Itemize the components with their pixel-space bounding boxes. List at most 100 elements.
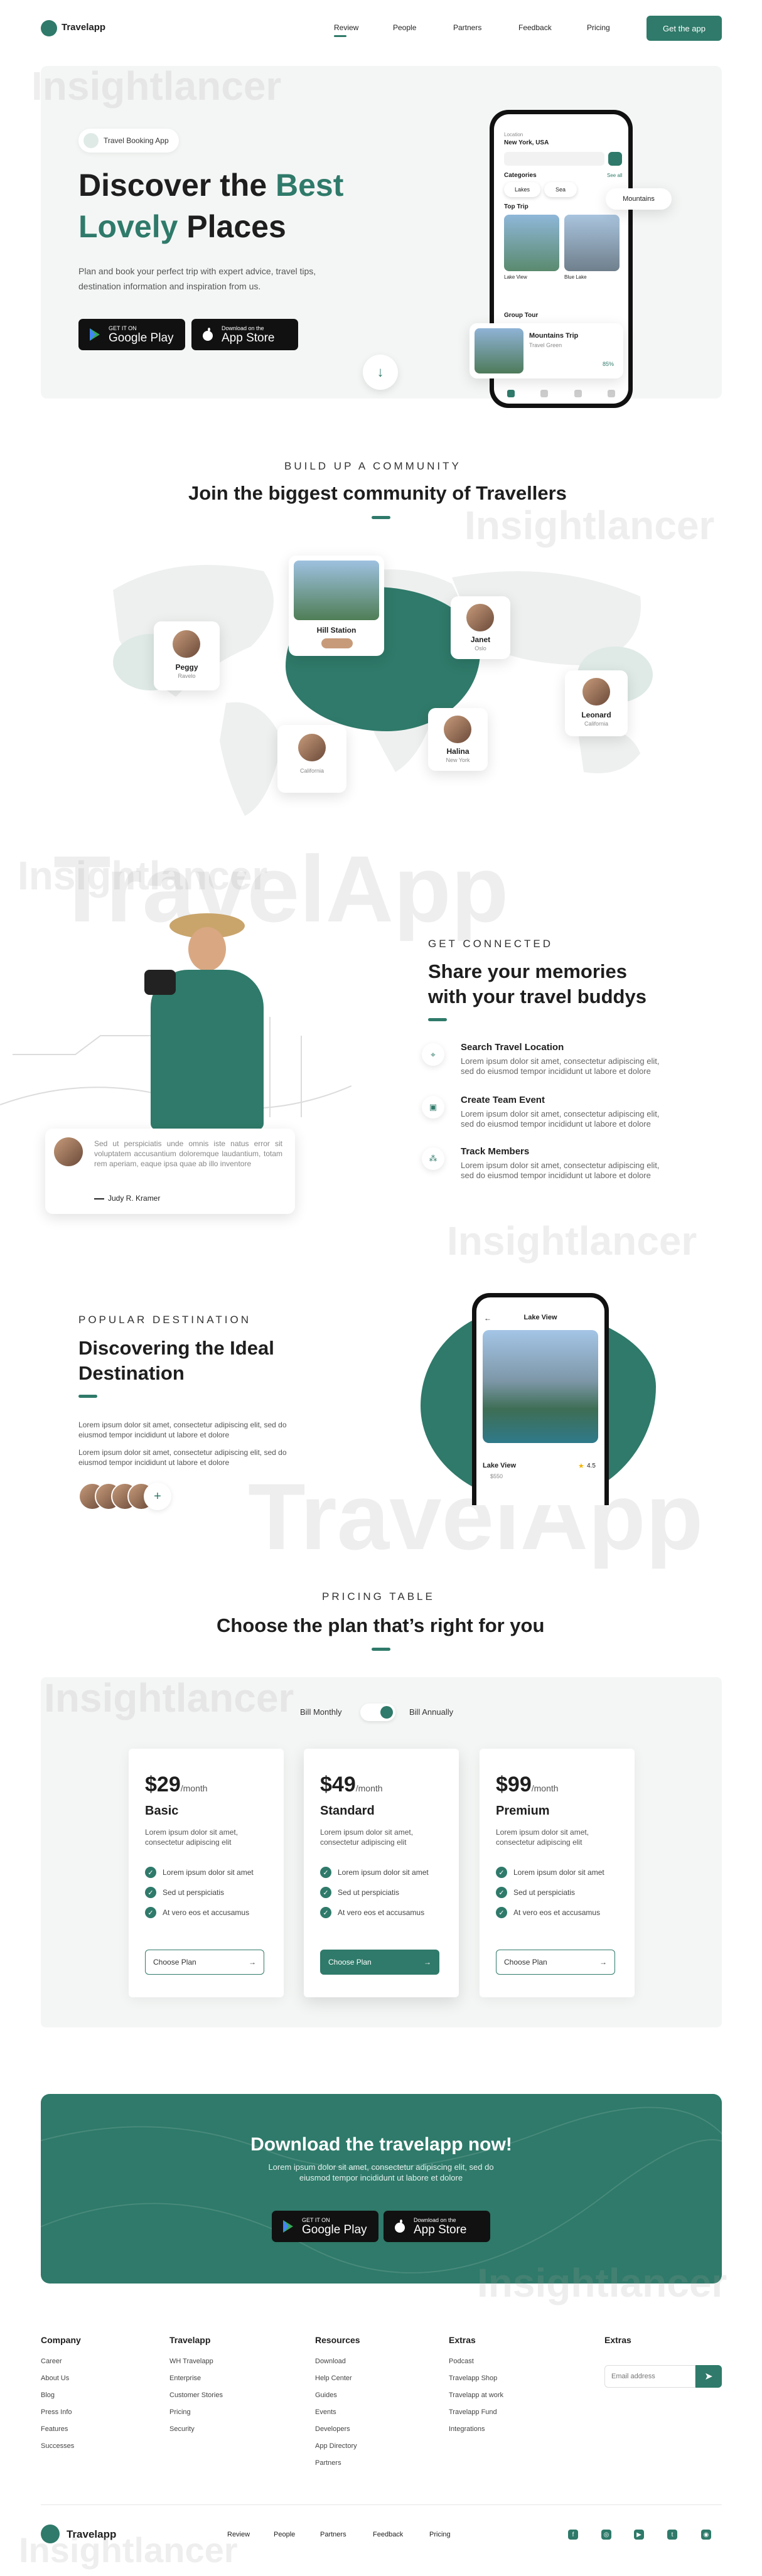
toggle-knob bbox=[380, 1706, 393, 1719]
bill-annually-label[interactable]: Bill Annually bbox=[409, 1707, 453, 1717]
nav-partners[interactable]: Partners bbox=[453, 23, 481, 32]
phone-search[interactable] bbox=[504, 152, 604, 166]
profile-card-peggy[interactable]: Peggy Ravelo bbox=[154, 621, 220, 690]
bill-monthly-label[interactable]: Bill Monthly bbox=[300, 1707, 341, 1717]
apple-icon bbox=[203, 328, 213, 341]
footer-link[interactable]: Successes bbox=[41, 2442, 81, 2450]
trip-card-2-name: Blue Lake bbox=[564, 274, 587, 280]
profile-card-california[interactable]: California bbox=[277, 725, 346, 793]
plan-name: Premium bbox=[496, 1804, 550, 1818]
feature-track: ⁂ Track Members Lorem ipsum dolor sit am… bbox=[422, 1146, 673, 1190]
chat-icon[interactable] bbox=[574, 390, 582, 397]
footer-link[interactable]: Developers bbox=[315, 2425, 360, 2433]
avatar-group bbox=[321, 638, 353, 648]
footer-link[interactable]: Travelapp at work bbox=[449, 2391, 503, 2399]
pricing-underline bbox=[372, 1648, 390, 1651]
profile-icon[interactable] bbox=[608, 390, 616, 397]
testimonial-author: Judy R. Kramer bbox=[108, 1194, 161, 1203]
nav-active-indicator bbox=[334, 35, 346, 37]
footer-link[interactable]: Help Center bbox=[315, 2375, 360, 2382]
footer-nav-people[interactable]: People bbox=[274, 2531, 295, 2538]
destination-card-hill-station[interactable]: Hill Station bbox=[289, 555, 384, 656]
footer-link[interactable]: Press Info bbox=[41, 2408, 81, 2416]
profile-card-janet[interactable]: Janet Oslo bbox=[451, 596, 510, 659]
footer-link[interactable]: WH Travelapp bbox=[169, 2358, 223, 2365]
footer-link[interactable]: Download bbox=[315, 2358, 360, 2365]
avatar bbox=[173, 630, 200, 658]
footer-link[interactable]: Events bbox=[315, 2408, 360, 2416]
app-store-button[interactable]: Download on the App Store bbox=[384, 2211, 490, 2242]
profile-card-halina[interactable]: Halina New York bbox=[428, 708, 488, 771]
scroll-down-button[interactable]: ↓ bbox=[363, 355, 398, 390]
nav-people[interactable]: People bbox=[393, 23, 416, 32]
feature-title: Create Team Event bbox=[461, 1095, 545, 1105]
footer-col-extras: Extras Podcast Travelapp Shop Travelapp … bbox=[449, 2335, 503, 2442]
logo-icon bbox=[41, 20, 57, 36]
choose-plan-button[interactable]: Choose Plan → bbox=[320, 1950, 439, 1975]
footer-link[interactable]: Security bbox=[169, 2425, 223, 2433]
plan-period: /month bbox=[531, 1783, 559, 1793]
avatar-stack[interactable]: + bbox=[78, 1483, 191, 1510]
footer-link[interactable]: Partners bbox=[315, 2459, 360, 2467]
see-all[interactable]: See all bbox=[607, 173, 622, 178]
connect-title: Share your memories with your travel bud… bbox=[428, 960, 647, 1007]
footer-link[interactable]: Features bbox=[41, 2425, 81, 2433]
choose-plan-button[interactable]: Choose Plan → bbox=[496, 1950, 615, 1975]
nav-review[interactable]: Review bbox=[334, 23, 358, 32]
footer-nav-feedback[interactable]: Feedback bbox=[373, 2531, 403, 2538]
check-icon: ✓ bbox=[496, 1907, 507, 1918]
hero-subtitle: Plan and book your perfect trip with exp… bbox=[78, 266, 316, 291]
home-icon[interactable] bbox=[507, 390, 515, 397]
app-store-button[interactable]: Download on the App Store bbox=[191, 319, 298, 350]
avatar bbox=[54, 1137, 83, 1166]
youtube-icon[interactable]: ▶ bbox=[634, 2530, 644, 2540]
footer-col-travelapp: Travelapp WH Travelapp Enterprise Custom… bbox=[169, 2335, 223, 2442]
footer-link[interactable]: About Us bbox=[41, 2375, 81, 2382]
categories-label: Categories bbox=[504, 172, 537, 179]
plan-feature: Sed ut perspiciatis bbox=[513, 1888, 576, 1897]
footer-link[interactable]: Travelapp Fund bbox=[449, 2408, 503, 2416]
google-play-button[interactable]: GET IT ON Google Play bbox=[272, 2211, 378, 2242]
billing-toggle[interactable] bbox=[360, 1704, 395, 1721]
chip-sea[interactable]: Sea bbox=[544, 182, 577, 197]
plus-icon[interactable]: + bbox=[144, 1483, 171, 1510]
footer-nav-pricing[interactable]: Pricing bbox=[429, 2531, 451, 2538]
check-icon: ✓ bbox=[496, 1887, 507, 1898]
get-app-button[interactable]: Get the app bbox=[647, 16, 722, 41]
profile-card-leonard[interactable]: Leonard California bbox=[565, 670, 628, 736]
footer-nav-partners[interactable]: Partners bbox=[320, 2531, 346, 2538]
plan-feature: Sed ut perspiciatis bbox=[163, 1888, 225, 1897]
choose-plan-button[interactable]: Choose Plan → bbox=[145, 1950, 264, 1975]
brand-name[interactable]: Travelapp bbox=[62, 22, 105, 33]
star-icon: ★ bbox=[578, 1462, 584, 1470]
nav-feedback[interactable]: Feedback bbox=[518, 23, 552, 32]
footer-link[interactable]: Pricing bbox=[169, 2408, 223, 2416]
footer-link[interactable]: Enterprise bbox=[169, 2375, 223, 2382]
footer-link[interactable]: Customer Stories bbox=[169, 2391, 223, 2399]
footer-link[interactable]: Integrations bbox=[449, 2425, 503, 2433]
footer-link[interactable]: Blog bbox=[41, 2391, 81, 2399]
calendar-icon[interactable] bbox=[540, 390, 549, 397]
instagram-square-icon[interactable]: ◎ bbox=[601, 2530, 611, 2540]
google-play-icon bbox=[283, 2220, 293, 2233]
trip-card-1[interactable] bbox=[504, 215, 559, 271]
footer-link[interactable]: Podcast bbox=[449, 2358, 503, 2365]
nav-pricing[interactable]: Pricing bbox=[587, 23, 610, 32]
footer-link[interactable]: Travelapp Shop bbox=[449, 2375, 503, 2382]
mountains-percent: 85% bbox=[603, 361, 614, 367]
trip-card-2[interactable] bbox=[564, 215, 620, 271]
footer-link[interactable]: App Directory bbox=[315, 2442, 360, 2450]
footer-link[interactable]: Guides bbox=[315, 2391, 360, 2399]
facebook-icon[interactable]: f bbox=[568, 2530, 578, 2540]
google-play-button[interactable]: GET IT ON Google Play bbox=[78, 319, 185, 350]
footer-link[interactable]: Career bbox=[41, 2358, 81, 2365]
chip-lakes[interactable]: Lakes bbox=[504, 182, 540, 197]
mountains-thumb bbox=[475, 328, 523, 373]
email-field[interactable] bbox=[604, 2365, 695, 2388]
instagram-icon[interactable]: ◉ bbox=[701, 2530, 711, 2540]
mountains-trip-card[interactable]: Mountains Trip Travel Green 85% bbox=[470, 323, 623, 378]
check-icon: ✓ bbox=[145, 1867, 156, 1878]
twitter-icon[interactable]: t bbox=[667, 2530, 677, 2540]
email-submit-button[interactable]: ➤ bbox=[695, 2365, 722, 2388]
filter-icon[interactable] bbox=[608, 152, 622, 166]
